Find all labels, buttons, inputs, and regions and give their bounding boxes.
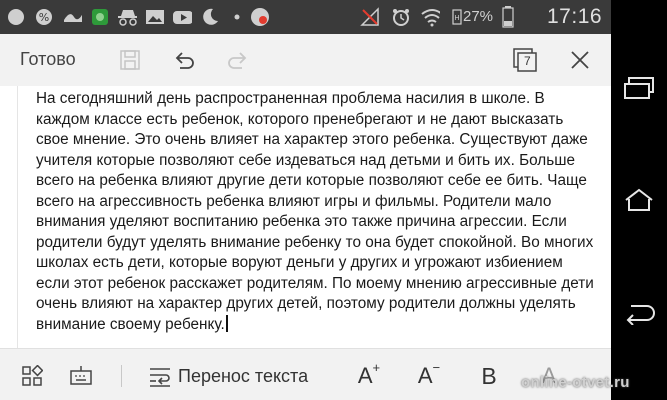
grid-icon[interactable]: [20, 363, 44, 389]
editor-toolbar: Готово 7: [0, 34, 611, 86]
text-cursor: [225, 314, 228, 332]
divider: [121, 365, 122, 387]
minus-icon: −: [432, 359, 441, 375]
wrap-text-button[interactable]: Перенос текста: [148, 363, 308, 389]
dot-icon: [227, 7, 247, 27]
tabs-button[interactable]: 7: [511, 46, 539, 74]
tabs-count: 7: [524, 54, 531, 68]
plus-icon: +: [372, 359, 381, 375]
document-body: На сегодняшний день распространенная про…: [36, 90, 594, 333]
notification-icon: [250, 7, 270, 27]
svg-text:%: %: [39, 11, 49, 24]
youtube-icon: [172, 7, 192, 27]
done-button[interactable]: Готово: [20, 49, 76, 70]
screen: % H 27% 17:16 Готово 7 На сегодняшний де…: [0, 0, 611, 400]
svg-text:H: H: [454, 14, 459, 22]
wrap-text-label: Перенос текста: [178, 365, 309, 386]
font-decrease-button[interactable]: A −: [416, 359, 442, 389]
wifi-icon: [420, 7, 440, 27]
recent-apps-icon[interactable]: [619, 68, 659, 108]
clock: 17:16: [547, 5, 603, 28]
incognito-icon: [117, 7, 137, 27]
font-decrease-label: A: [417, 363, 433, 388]
undo-icon[interactable]: [170, 46, 198, 74]
battery-icon: [500, 6, 516, 28]
status-bar: % H 27% 17:16: [0, 0, 611, 34]
format-bar: Перенос текста A + A − B A: [0, 348, 611, 400]
document-page[interactable]: На сегодняшний день распространенная про…: [17, 86, 611, 348]
navigation-bar: [611, 0, 667, 400]
moon-icon: [200, 7, 220, 27]
bold-button[interactable]: B: [478, 363, 500, 389]
watermark: online-otvet.ru: [521, 374, 630, 391]
font-increase-button[interactable]: A +: [356, 359, 382, 389]
font-increase-label: A: [357, 363, 373, 388]
wrap-text-icon: [150, 368, 170, 387]
no-signal-icon: [360, 7, 380, 27]
keyboard-icon[interactable]: [68, 363, 94, 389]
image-icon: [145, 7, 165, 27]
home-icon[interactable]: [619, 180, 659, 220]
back-icon[interactable]: [619, 293, 659, 333]
alarm-icon: [391, 7, 411, 27]
battery-percent: 27%: [463, 8, 494, 25]
redo-icon[interactable]: [224, 46, 252, 74]
bold-label: B: [481, 362, 497, 389]
game-icon: [90, 7, 110, 27]
document-text[interactable]: На сегодняшний день распространенная про…: [36, 89, 608, 335]
save-icon[interactable]: [116, 46, 144, 74]
close-icon[interactable]: [566, 46, 594, 74]
circle-icon: [6, 7, 26, 27]
percent-icon: %: [34, 7, 54, 27]
logo-icon: [62, 7, 82, 27]
